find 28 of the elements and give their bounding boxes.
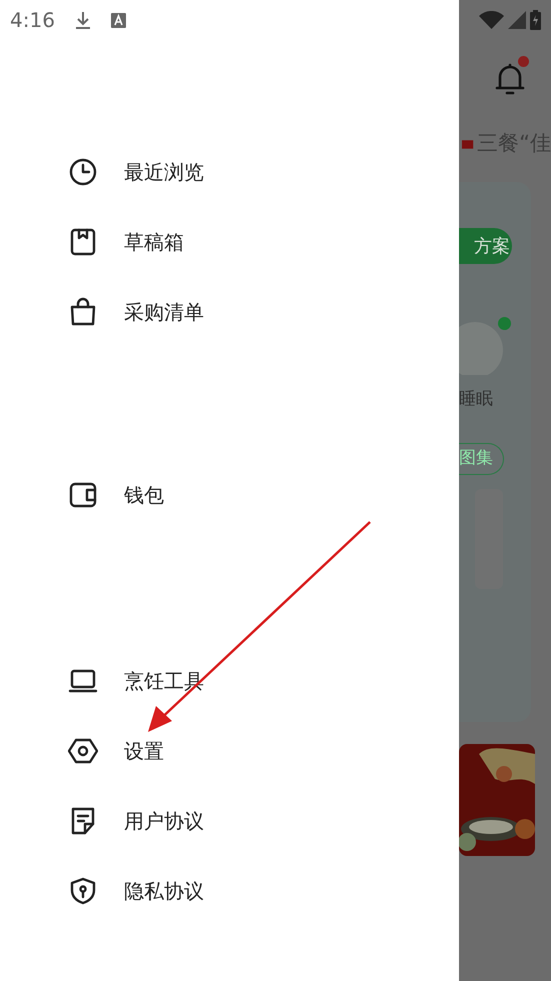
drawer-item-label: 设置 [124,738,164,765]
drawer-item[interactable]: 用户协议 [0,786,459,856]
drawer-item-label: 最近浏览 [124,159,204,186]
download-icon [74,11,91,29]
notification-bell-icon[interactable] [495,62,525,96]
bookmark-card-icon [68,227,98,257]
drawer-item[interactable]: 隐私协议 [0,856,459,926]
settings-icon [68,736,98,766]
drawer-item[interactable]: 设置 [0,716,459,786]
drawer-item-label: 采购清单 [124,299,204,326]
sleep-label: 睡眠 [459,388,494,411]
wifi-icon [479,11,504,29]
clock-icon [68,157,98,187]
battery-icon [530,10,541,30]
drawer-item-label: 隐私协议 [124,878,204,905]
shopping-bag-icon [68,297,98,327]
wallet-icon [68,480,98,510]
drawer-item-label: 草稿箱 [124,229,184,256]
signal-icon [508,11,526,29]
status-time: 4:16 [10,7,55,34]
drawer-item-label: 钱包 [124,482,164,509]
shield-icon [68,876,98,906]
drawer-item[interactable]: 草稿箱 [0,207,459,277]
keyboard-a-icon [110,12,126,28]
drawer-item[interactable]: 采购清单 [0,277,459,347]
drawer-item-label: 用户协议 [124,808,204,835]
drawer-item[interactable]: 钱包 [0,460,459,530]
drawer-item[interactable]: 最近浏览 [0,137,459,207]
